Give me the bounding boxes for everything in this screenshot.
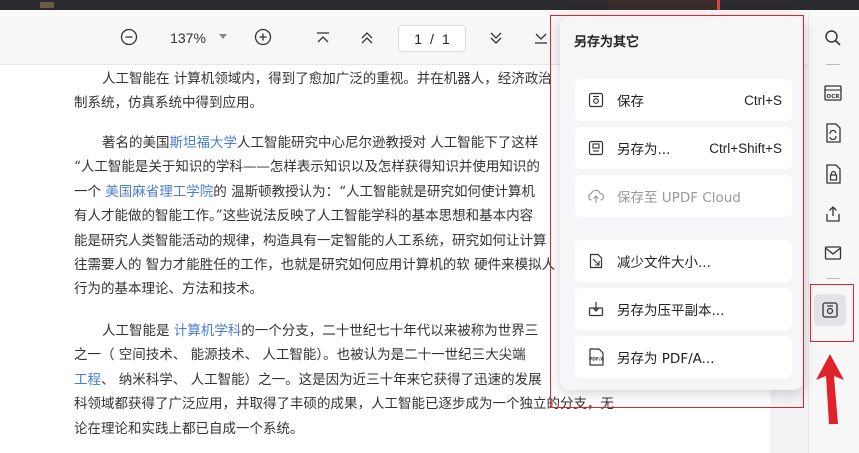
page-current[interactable]: 1 [414,31,422,47]
para3-line4: 科领域都获得了广泛应用，并取得了丰硕的成果，人工智能已逐步成为一个独立的分支，无 [74,396,614,413]
para1-line2: 制系统，仿真系统中得到应用。 [74,95,263,112]
annotation-arrow-icon [816,354,844,424]
mail-icon[interactable] [821,241,845,265]
protect-icon[interactable] [821,162,845,186]
next-page-icon[interactable] [485,27,507,49]
link-stanford[interactable]: 斯坦福大学 [170,135,238,151]
link-engineering[interactable]: 工程 [74,372,101,388]
title-bar [0,0,859,10]
para2-line7: 行为的基本理论、方法和技术。 [74,281,263,298]
last-page-icon[interactable] [530,27,552,49]
sidebar-divider [826,64,840,65]
link-computer-science[interactable]: 计算机学科 [174,323,242,339]
para3-line2: 之一（ 空间技术、 能源技术、 人工智能）。也被认为是二十一世纪三大尖端 [74,347,526,364]
para2-line4: 有人才能做的智能工作。”这些说法反映了人工智能学科的基本思想和基本内容 [74,208,534,225]
para1-line1: 人工智能在 计算机领域内，得到了愈加广泛的重视。并在机器人，经济政治 [102,71,552,87]
zoom-level[interactable]: 137% [160,28,216,48]
share-icon[interactable] [821,202,845,226]
para3-text-b: 的一个分支，二十世纪七十年代以来被称为世界三 [241,323,539,339]
page-separator: / [430,30,434,47]
annotation-box-menu [550,15,804,408]
search-icon[interactable] [821,26,845,50]
page-indicator[interactable]: 1 / 1 [398,25,466,52]
link-mit[interactable]: 美国麻省理工学院 [105,184,213,200]
para2-text-c: 一个 [74,183,106,200]
para2-text-d: 的 温斯顿教授认为：“人工智能就是研究如何使计算机 [213,183,535,200]
para2-text-a: 著名的美国 [102,135,170,151]
sidebar-divider [826,278,840,279]
annotation-box-button [810,284,854,342]
first-page-icon[interactable] [312,27,334,49]
zoom-dropdown-icon[interactable] [216,30,230,44]
para2-line6: 往需要人的 智力才能胜任的工作，也就是研究如何应用计算机的软 硬件来模拟人 [74,257,556,274]
page-total: 1 [441,30,450,47]
para3-text-a: 人工智能是 [102,323,174,339]
zoom-in-icon[interactable] [252,26,274,48]
ocr-icon-label: OCR [827,94,841,100]
previous-page-icon[interactable] [356,27,378,49]
window-controls[interactable] [608,0,720,10]
para2-line5: 能是研究人类智能活动的规律，构造具有一定智能的人工系统，研究如何让计算 [74,232,547,249]
para3-line5: 论在理论和实践上都已自成一个系统。 [74,420,304,437]
app-mark [40,2,54,8]
para3-text-c: 、 纳米科学、 人工智能）之一。这是因为近三十年来它获得了迅速的发展 [101,371,542,388]
ocr-icon[interactable]: OCR [821,81,845,105]
zoom-out-icon[interactable] [118,26,140,48]
para2-line2: “人工智能是关于知识的学科——怎样表示知识以及怎样获得知识并使用知识的 [74,159,540,176]
para2-text-b: 人工智能研究中心尼尔逊教授对 人工智能下了这样 [237,135,539,151]
convert-icon[interactable] [821,121,845,145]
